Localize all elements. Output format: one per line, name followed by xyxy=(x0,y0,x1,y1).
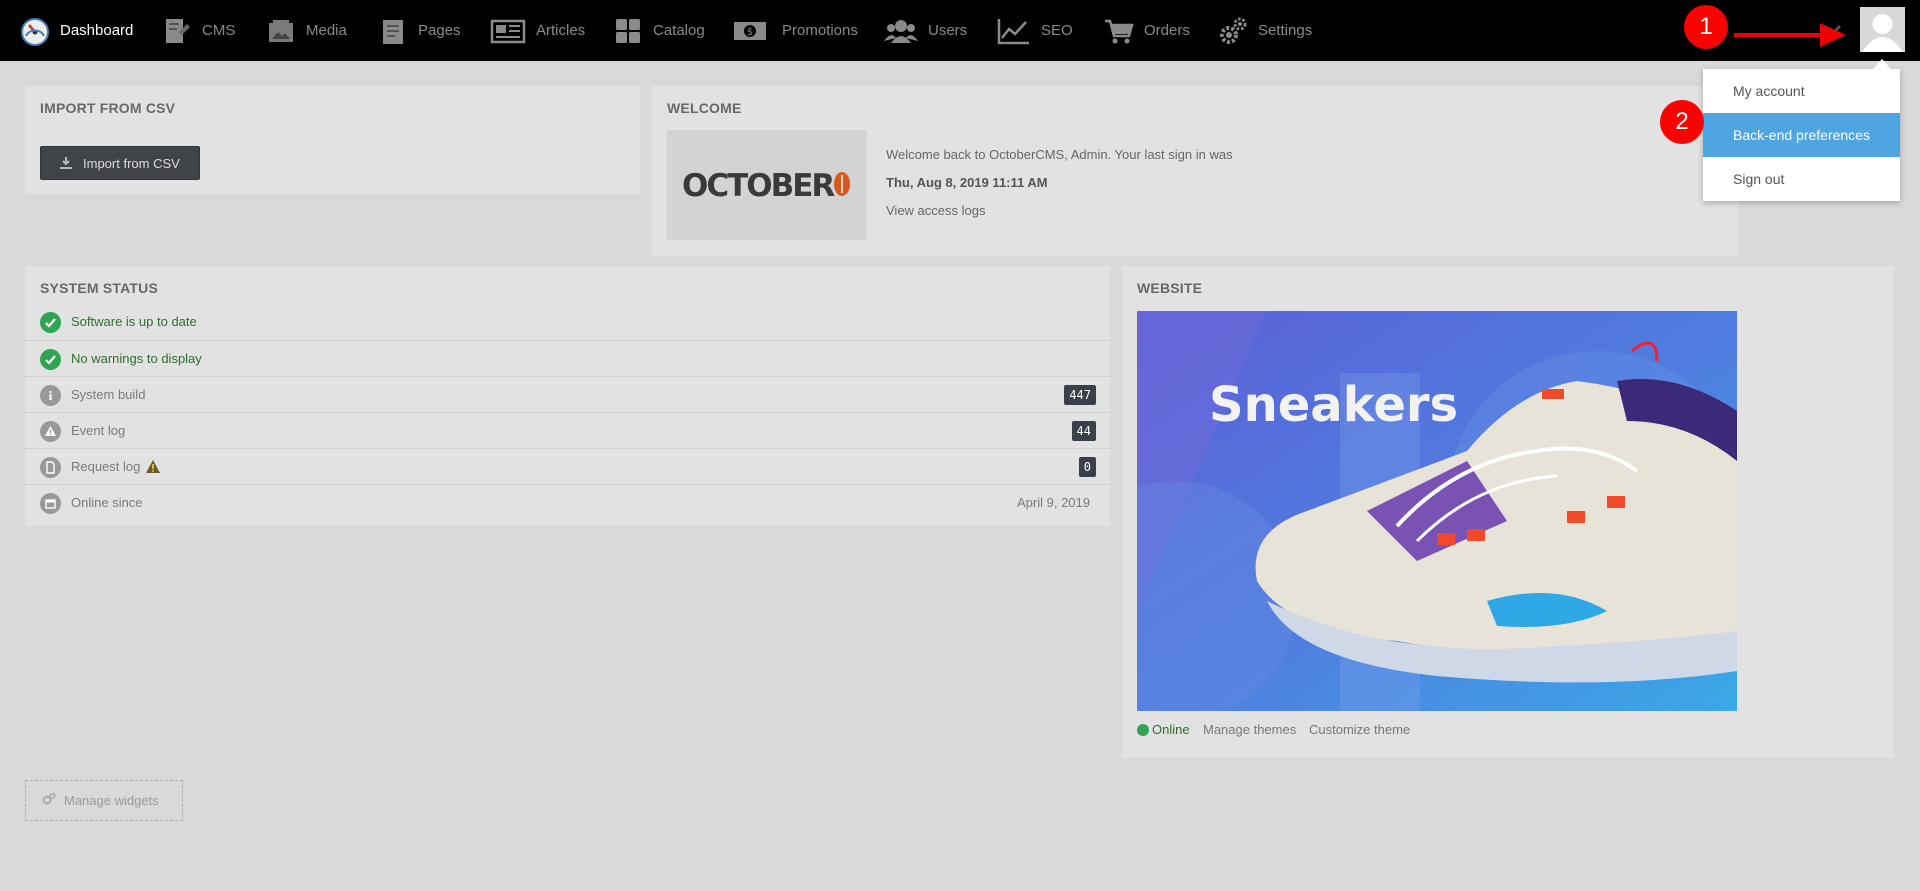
grid-icon xyxy=(613,16,643,46)
check-icon xyxy=(40,349,61,370)
chart-line-icon xyxy=(997,16,1031,46)
user-avatar[interactable] xyxy=(1860,7,1905,52)
warning-icon xyxy=(40,421,61,442)
widget-title: WEBSITE xyxy=(1137,280,1203,296)
download-icon xyxy=(59,156,73,170)
nav-item-label: Users xyxy=(928,22,968,39)
pages-icon xyxy=(378,16,408,46)
status-label: Online since xyxy=(71,495,143,510)
file-icon xyxy=(40,457,61,478)
menu-item-sign-out[interactable]: Sign out xyxy=(1703,157,1900,201)
website-status-online: Online xyxy=(1152,722,1190,737)
annotation-marker-2: 2 xyxy=(1660,100,1704,144)
info-icon xyxy=(40,385,61,406)
view-access-logs-link[interactable]: View access logs xyxy=(886,203,985,218)
nav-item-articles[interactable]: Articles xyxy=(490,0,585,61)
nav-item-label: Media xyxy=(306,22,347,39)
manage-widgets-label: Manage widgets xyxy=(64,793,159,808)
nav-item-dashboard[interactable]: Dashboard xyxy=(20,0,133,61)
nav-item-label: Dashboard xyxy=(60,22,134,39)
widget-title: SYSTEM STATUS xyxy=(40,280,158,296)
nav-item-label: Orders xyxy=(1144,22,1190,39)
import-csv-button[interactable]: Import from CSV xyxy=(40,146,200,180)
system-build-badge: 447 xyxy=(1064,385,1096,405)
status-label: Event log xyxy=(71,423,126,438)
money-icon: $ xyxy=(732,16,768,46)
welcome-widget: WELCOME OCTOBER Welcome back to OctoberC… xyxy=(652,86,1739,256)
nav-item-label: Promotions xyxy=(782,22,858,39)
online-status-dot xyxy=(1137,724,1149,736)
nav-item-pages[interactable]: Pages xyxy=(378,0,461,61)
nav-item-catalog[interactable]: Catalog xyxy=(613,0,705,61)
status-row[interactable]: Event log 44 xyxy=(25,412,1110,448)
status-row[interactable]: Request log 0 xyxy=(25,448,1110,484)
nav-item-label: Catalog xyxy=(653,22,705,39)
nav-item-users[interactable]: Users xyxy=(884,0,967,61)
nav-item-media[interactable]: Media xyxy=(266,0,347,61)
status-label: Software is up to date xyxy=(71,314,197,329)
status-label: System build xyxy=(71,387,146,402)
calendar-icon xyxy=(40,493,61,514)
manage-themes-link[interactable]: Manage themes xyxy=(1203,722,1296,737)
website-widget: WEBSITE Sneakers Online Manage themes Cu… xyxy=(1122,266,1894,758)
widget-title: IMPORT FROM CSV xyxy=(40,100,176,116)
svg-text:$: $ xyxy=(747,27,753,38)
media-icon xyxy=(266,16,296,46)
top-navigation-bar: Dashboard CMS Media Pages Articles Catal… xyxy=(0,0,1920,61)
annotation-marker-1: 1 xyxy=(1684,5,1728,49)
nav-item-label: Settings xyxy=(1258,22,1313,39)
annotation-arrow xyxy=(1734,23,1846,47)
theme-preview-headline: Sneakers xyxy=(1209,377,1458,433)
import-csv-widget: IMPORT FROM CSV Import from CSV xyxy=(25,86,640,194)
nav-item-label: Articles xyxy=(536,22,586,39)
nav-item-seo[interactable]: SEO xyxy=(997,0,1073,61)
request-log-label: Request log xyxy=(71,459,141,474)
gears-icon xyxy=(1218,16,1248,46)
status-row[interactable]: System build 447 xyxy=(25,376,1110,412)
cms-icon xyxy=(162,16,192,46)
warning-triangle-icon xyxy=(146,460,161,473)
status-label: No warnings to display xyxy=(71,351,202,366)
website-theme-preview[interactable]: Sneakers xyxy=(1137,311,1737,711)
nav-item-orders[interactable]: Orders xyxy=(1104,0,1190,61)
nav-item-label: CMS xyxy=(202,22,236,39)
logo-wordmark: OCTOBER xyxy=(682,168,835,204)
nav-item-label: Pages xyxy=(418,22,461,39)
users-icon xyxy=(884,16,918,46)
import-csv-button-label: Import from CSV xyxy=(83,155,180,171)
customize-theme-link[interactable]: Customize theme xyxy=(1309,722,1410,737)
widget-title: WELCOME xyxy=(667,100,742,116)
status-row[interactable]: Software is up to date xyxy=(25,304,1110,340)
gears-icon xyxy=(42,792,56,809)
request-log-badge: 0 xyxy=(1078,457,1096,477)
october-logo: OCTOBER xyxy=(667,130,867,240)
check-icon xyxy=(40,312,61,333)
online-since-date: April 9, 2019 xyxy=(1017,495,1090,510)
status-row[interactable]: No warnings to display xyxy=(25,340,1110,376)
dropdown-caret xyxy=(1873,59,1891,69)
nav-item-settings[interactable]: Settings xyxy=(1218,0,1312,61)
status-label: Request log xyxy=(71,459,161,474)
nav-item-promotions[interactable]: $ Promotions xyxy=(732,0,858,61)
system-status-widget: SYSTEM STATUS Software is up to date No … xyxy=(25,266,1110,526)
status-row[interactable]: Online since April 9, 2019 xyxy=(25,484,1110,520)
user-dropdown-menu: My account Back-end preferences Sign out xyxy=(1703,69,1900,201)
newspaper-icon xyxy=(490,16,526,46)
nav-item-cms[interactable]: CMS xyxy=(162,0,235,61)
manage-widgets-button[interactable]: Manage widgets xyxy=(25,780,183,821)
cart-icon xyxy=(1104,16,1134,46)
nav-item-label: SEO xyxy=(1041,22,1073,39)
welcome-message: Welcome back to OctoberCMS, Admin. Your … xyxy=(886,147,1233,162)
event-log-badge: 44 xyxy=(1071,421,1096,441)
menu-item-my-account[interactable]: My account xyxy=(1703,69,1900,113)
speedometer-icon xyxy=(20,16,50,46)
menu-item-backend-preferences[interactable]: Back-end preferences xyxy=(1703,113,1900,157)
last-signin-datetime: Thu, Aug 8, 2019 11:11 AM xyxy=(886,175,1048,190)
